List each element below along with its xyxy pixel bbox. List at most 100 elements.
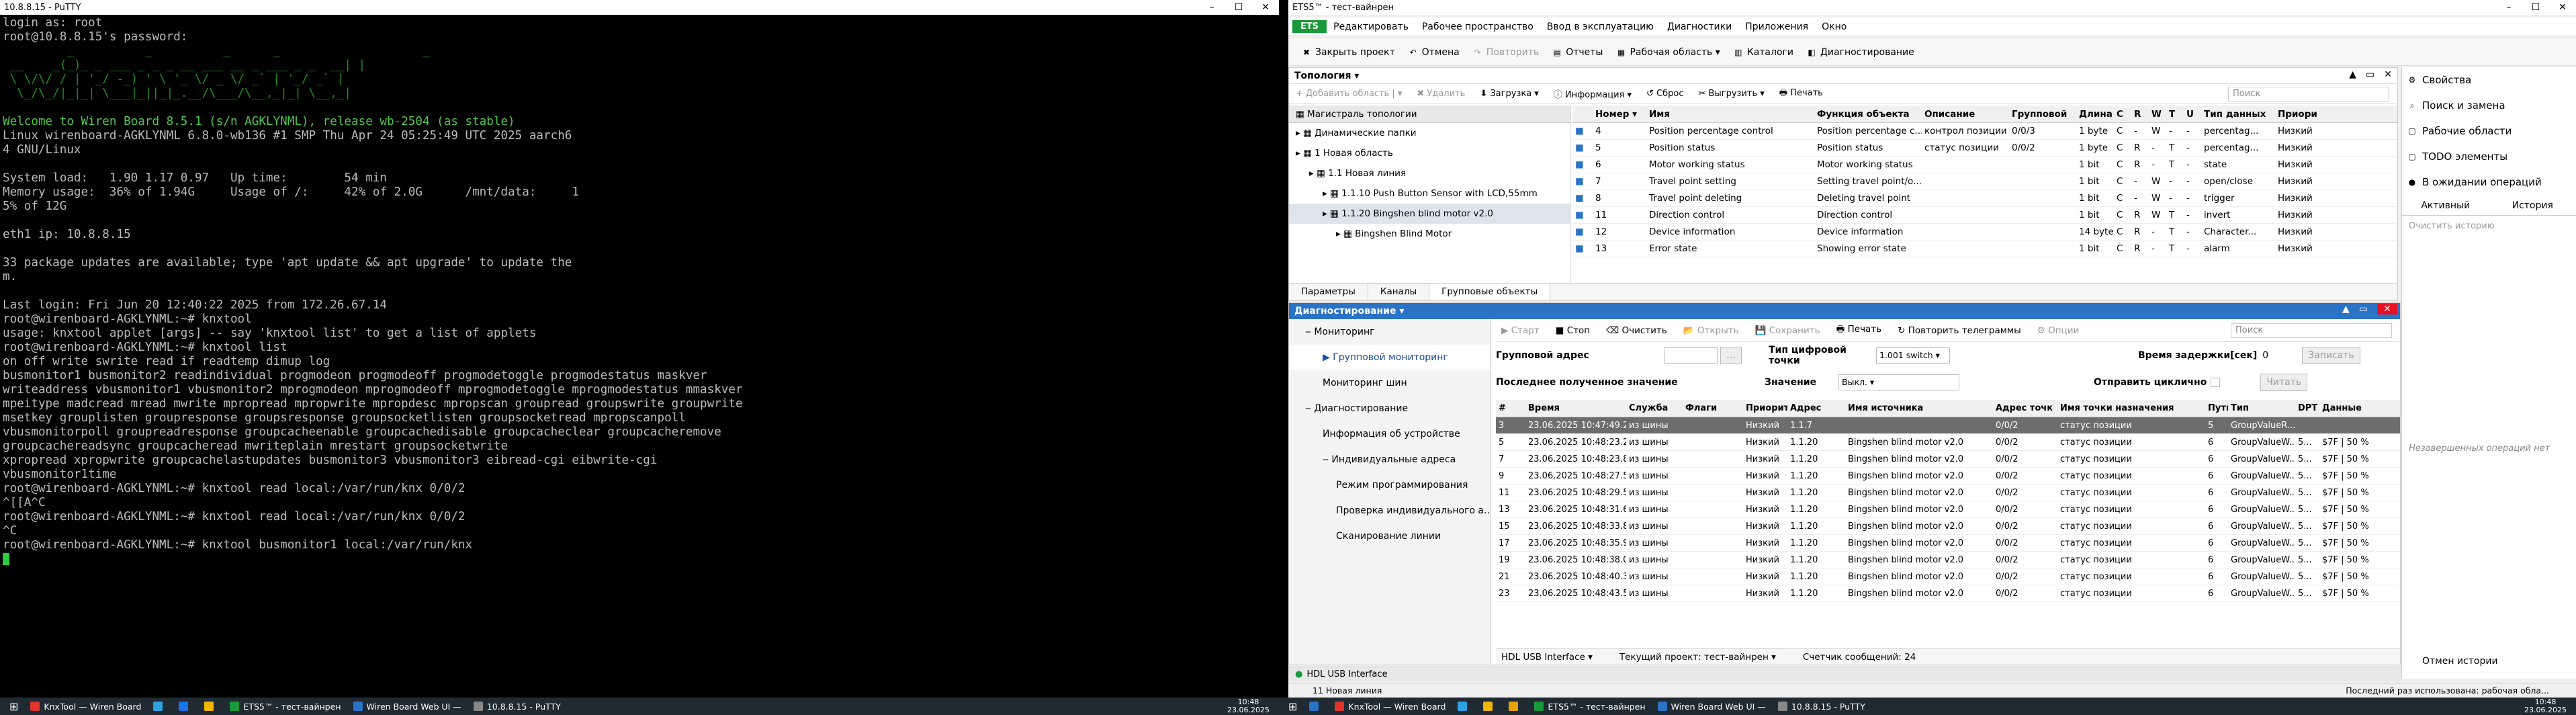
grid-row[interactable]: ■ 6 Motor working status Motor working stat… — [1572, 157, 2397, 173]
topology-tab[interactable]: Каналы — [1368, 284, 1430, 300]
panel-close-icon[interactable]: ✕ — [2384, 69, 2392, 80]
taskbar-app[interactable] — [1458, 702, 1471, 711]
side-tab[interactable]: Активный — [2402, 196, 2489, 215]
ets-titlebar[interactable]: ETS5™ - тест-вайнрен – ☐ ✕ — [1288, 0, 2576, 15]
grid-column-header[interactable]: Приори — [2275, 106, 2342, 122]
tree-node[interactable]: ▸ ▦ 1 Новая область — [1289, 143, 1570, 163]
read-button[interactable]: Читать — [2260, 374, 2308, 391]
grid-row[interactable]: ■ 12 Device information Device information 1… — [1572, 224, 2397, 241]
monitor-column-header[interactable]: DPT — [2295, 400, 2319, 417]
send-cyclic-checkbox[interactable] — [2211, 378, 2221, 387]
monitor-column-header[interactable]: Тип — [2228, 400, 2295, 417]
delay-input[interactable]: 0 — [2262, 350, 2268, 361]
grid-column-header[interactable]: Номер ▾ — [1593, 106, 1646, 122]
toolbar-button[interactable]: ▥ Каталоги — [1734, 47, 1793, 58]
side-item[interactable]: ⌕ Поиск и замена — [2402, 93, 2576, 118]
monitor-column-header[interactable]: Имя точки назначения — [2057, 400, 2205, 417]
menu-item[interactable]: Редактировать — [1333, 22, 1409, 32]
grid-column-header[interactable]: Тип данных — [2201, 106, 2275, 122]
monitor-row[interactable]: 15 23.06.2025 10:48:33.8... из шины Низкий 1… — [1496, 518, 2400, 535]
datapoint-type-select[interactable]: 1.001 switch ▾ — [1876, 347, 1950, 364]
topology-tool[interactable]: ⓘ Информация ▾ — [1554, 87, 1632, 100]
monitor-column-header[interactable]: Флаги — [1683, 400, 1743, 417]
close-icon[interactable]: ✕ — [1252, 0, 1279, 15]
grid-row[interactable]: ■ 4 Position percentage control Position pe… — [1572, 123, 2397, 140]
grid-column-header[interactable] — [1572, 106, 1593, 122]
taskbar-app[interactable]: 10.8.8.15 - PuTTY — [473, 702, 561, 712]
side-item[interactable]: ▢ Рабочие области — [2402, 118, 2576, 144]
grid-column-header[interactable]: Описание — [1922, 106, 2009, 122]
tree-node[interactable]: ▸ ▦ 1.1.10 Push Button Sensor with LCD,5… — [1289, 183, 1570, 204]
tree-node[interactable]: ▸ ▦ 1.1 Новая линия — [1289, 163, 1570, 183]
diag-nav-item[interactable]: ‒ Мониторинг — [1289, 319, 1490, 345]
diag-nav-item[interactable]: ‒ Диагностирование — [1289, 396, 1490, 421]
monitor-column-header[interactable]: Служба — [1626, 400, 1683, 417]
maximize-icon[interactable]: ☐ — [1225, 0, 1252, 15]
topology-tool[interactable]: 🖶 Печать — [1779, 87, 1823, 101]
grid-column-header[interactable]: Имя — [1646, 106, 1814, 122]
taskbar-app[interactable] — [1509, 702, 1522, 711]
monitor-tool[interactable]: 💾 Сохранить — [1755, 325, 1820, 336]
grid-column-header[interactable]: Функция объекта — [1814, 106, 1922, 122]
monitor-row[interactable]: 19 23.06.2025 10:48:38.0... из шины Низкий 1… — [1496, 552, 2400, 569]
grid-row[interactable]: ■ 11 Direction control Direction control 1 b… — [1572, 207, 2397, 224]
monitor-column-header[interactable]: Путь — [2205, 400, 2228, 417]
monitor-column-header[interactable]: Данные — [2319, 400, 2387, 417]
grid-column-header[interactable]: C — [2114, 106, 2131, 122]
clear-history-button[interactable]: Очистить историю — [2402, 216, 2576, 237]
monitor-row[interactable]: 7 23.06.2025 10:48:23.8... из шины Низкий 1.… — [1496, 451, 2400, 468]
diag-nav-item[interactable]: ▶ Групповой мониторинг — [1289, 345, 1490, 370]
grid-column-header[interactable]: Длина — [2076, 106, 2114, 122]
putty-titlebar[interactable]: 10.8.8.15 - PuTTY – ☐ ✕ — [0, 0, 1279, 15]
monitor-tool[interactable]: ⚙ Опции — [2037, 325, 2080, 336]
topology-title[interactable]: Топология ▾ — [1294, 71, 1359, 81]
panel-restore-icon[interactable]: ▭ — [2366, 69, 2374, 80]
monitor-search-input[interactable]: Поиск — [2231, 323, 2392, 338]
diag-nav-item[interactable]: Мониторинг шин — [1289, 370, 1490, 396]
side-item[interactable]: ⚙ Свойства — [2402, 67, 2576, 93]
value-select[interactable]: Выкл. ▾ — [1838, 374, 1959, 390]
tree-node[interactable]: ▸ ▦ 1.1.20 Bingshen blind motor v2.0 — [1289, 204, 1570, 224]
diag-nav-item[interactable]: Проверка индивидуального а... — [1289, 498, 1490, 523]
menu-item[interactable]: Окно — [1822, 22, 1847, 32]
toolbar-button[interactable]: ✖ Закрыть проект — [1302, 47, 1395, 58]
monitor-tool[interactable]: 🖶 Печать — [1836, 323, 1882, 338]
toolbar-button[interactable]: ▤ Отчеты — [1552, 47, 1603, 58]
toolbar-button[interactable]: ↶ Отмена — [1409, 47, 1460, 58]
topology-tool[interactable]: ⬇ Загрузка ▾ — [1480, 89, 1539, 99]
grid-column-header[interactable]: U — [2184, 106, 2201, 122]
topology-tool[interactable]: + Добавить область | ▾ — [1296, 89, 1402, 99]
start-icon[interactable]: ⊞ — [1288, 700, 1297, 713]
monitor-row[interactable]: 23 23.06.2025 10:48:43.5... из шины Низкий 1… — [1496, 585, 2400, 602]
diag-nav-item[interactable]: Режим программирования — [1289, 472, 1490, 498]
panel-close-icon[interactable]: ✕ — [2377, 304, 2397, 314]
toolbar-button[interactable]: ◧ Диагностирование — [1807, 47, 1914, 58]
taskbar-app[interactable]: KnxTool — Wiren Board — [30, 702, 141, 712]
tree-header[interactable]: ▦ Магистраль топологии — [1289, 106, 1570, 123]
grid-column-header[interactable]: W — [2149, 106, 2166, 122]
monitor-column-header[interactable]: Адрес точк — [1993, 400, 2057, 417]
topology-tab[interactable]: Групповые объекты — [1429, 284, 1551, 300]
terminal[interactable]: login as: root root@10.8.8.15's password:… — [3, 16, 1276, 695]
monitor-row[interactable]: 21 23.06.2025 10:48:40.3... из шины Низкий 1… — [1496, 569, 2400, 585]
topology-tab[interactable]: Параметры — [1289, 284, 1368, 300]
topology-search-input[interactable]: Поиск — [2228, 86, 2389, 101]
monitor-row[interactable]: 13 23.06.2025 10:48:31.6... из шины Низкий 1… — [1496, 501, 2400, 518]
monitor-column-header[interactable]: Приорит — [1743, 400, 1787, 417]
monitor-column-header[interactable]: Адрес исто — [1787, 400, 1845, 417]
current-project[interactable]: Текущий проект: тест-вайнрен ▾ — [1619, 652, 1776, 663]
group-address-browse-button[interactable]: … — [1720, 347, 1742, 364]
toolbar-button[interactable]: ▦ Рабочая область ▾ — [1616, 47, 1720, 58]
menu-item[interactable]: Приложения — [1745, 22, 1808, 32]
toolbar-button[interactable]: ↷ Повторить — [1473, 47, 1540, 58]
start-icon[interactable]: ⊞ — [9, 700, 18, 713]
grid-row[interactable]: ■ 7 Travel point setting Setting travel poi… — [1572, 173, 2397, 190]
topology-tool[interactable]: ↺ Сброс — [1646, 89, 1683, 99]
taskbar-app[interactable] — [1309, 702, 1323, 711]
monitor-column-header[interactable]: Время — [1525, 400, 1626, 417]
tree-node[interactable]: ▸ ▦ Bingshen Blind Motor — [1289, 224, 1570, 244]
taskbar-app[interactable]: ETS5™ - тест-вайнрен — [1534, 702, 1646, 712]
close-icon[interactable]: ✕ — [2549, 0, 2576, 15]
taskbar-app[interactable]: ETS5™ - тест-вайнрен — [230, 702, 341, 712]
monitor-row[interactable]: 5 23.06.2025 10:48:23.2... из шины Низкий 1.… — [1496, 434, 2400, 451]
